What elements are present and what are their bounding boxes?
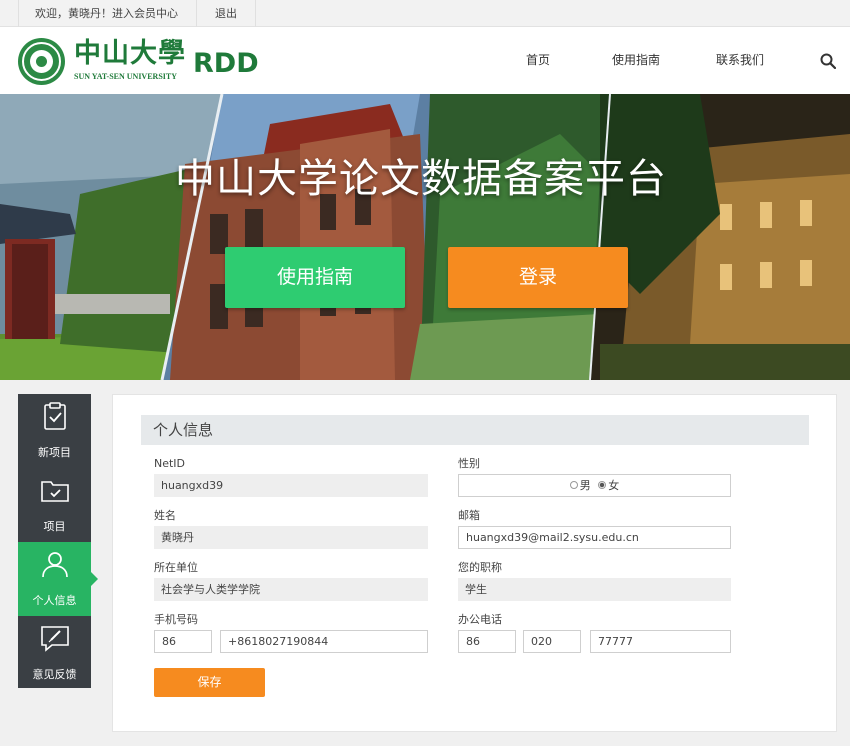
folder-check-icon	[41, 481, 69, 502]
sidebar-item-personal-info[interactable]: 个人信息	[18, 542, 98, 616]
job-title-field: 学生	[458, 578, 731, 601]
netid-label: NetID	[154, 457, 186, 470]
sidebar-item-new-project[interactable]: 新项目	[18, 394, 91, 468]
gender-female-radio[interactable]	[598, 481, 607, 489]
clipboard-check-icon	[44, 402, 66, 430]
gender-male-label: 男	[579, 479, 591, 492]
campus-photo-collage	[0, 94, 850, 380]
office-country-code-input[interactable]: 86	[458, 630, 516, 653]
guide-button[interactable]: 使用指南	[225, 247, 405, 308]
panel-title: 个人信息	[153, 421, 214, 439]
mobile-label: 手机号码	[154, 613, 198, 626]
personal-info-panel: 个人信息 NetID huangxd39 性别 男 女 姓名 黄晓丹 邮箱 hu…	[112, 394, 837, 732]
sidebar-item-projects[interactable]: 项目	[18, 468, 91, 542]
logo-chinese-name[interactable]: 中山大學	[74, 39, 186, 69]
mobile-number-input[interactable]: +8618027190844	[220, 630, 428, 653]
site-header: 中山大學 SUN YAT-SEN UNIVERSITY RDD 首页 使用指南 …	[0, 27, 850, 94]
name-field: 黄晓丹	[154, 526, 428, 549]
top-bar: 欢迎，黄晓丹！进入会员中心 退出	[0, 0, 850, 27]
welcome-member-center-link[interactable]: 欢迎，黄晓丹！进入会员中心	[18, 0, 197, 27]
email-label: 邮箱	[458, 509, 480, 522]
sidebar: 新项目 项目 个人信息 意见反馈	[18, 394, 98, 690]
gender-female-label: 女	[608, 479, 620, 492]
nav-guide[interactable]: 使用指南	[612, 52, 660, 68]
email-input[interactable]: huangxd39@mail2.sysu.edu.cn	[458, 526, 731, 549]
office-area-code-input[interactable]: 020	[523, 630, 581, 653]
panel-header: 个人信息	[141, 415, 809, 445]
netid-field: huangxd39	[154, 474, 428, 497]
sidebar-item-label: 意见反馈	[32, 668, 77, 681]
sidebar-item-label: 个人信息	[32, 594, 77, 607]
login-button[interactable]: 登录	[448, 247, 628, 308]
unit-label: 所在单位	[154, 561, 198, 574]
logo-english-name: SUN YAT-SEN UNIVERSITY	[74, 72, 177, 81]
name-label: 姓名	[154, 509, 176, 522]
pen-feedback-icon	[41, 626, 69, 652]
gender-label: 性别	[458, 457, 480, 470]
mobile-country-code-input[interactable]: 86	[154, 630, 212, 653]
sidebar-item-feedback[interactable]: 意见反馈	[18, 616, 91, 690]
unit-field: 社会学与人类学学院	[154, 578, 428, 601]
office-number-input[interactable]: 77777	[590, 630, 731, 653]
banner-title: 中山大学论文数据备案平台	[175, 156, 667, 202]
logout-link[interactable]: 退出	[197, 0, 256, 27]
gender-male-radio[interactable]	[569, 481, 578, 489]
sidebar-item-label: 项目	[43, 520, 66, 533]
office-phone-label: 办公电话	[458, 613, 502, 626]
nav-contact[interactable]: 联系我们	[716, 52, 764, 68]
sidebar-item-label: 新项目	[38, 446, 71, 459]
logo-rdd[interactable]: RDD	[193, 47, 259, 81]
university-seal-icon[interactable]	[18, 38, 65, 85]
user-icon	[42, 552, 68, 578]
gender-radio-group: 男 女	[458, 474, 731, 497]
hero-banner: 中山大学论文数据备案平台 使用指南 登录	[0, 94, 850, 380]
nav-home[interactable]: 首页	[526, 52, 550, 68]
search-icon[interactable]	[820, 53, 836, 69]
job-title-label: 您的职称	[458, 561, 502, 574]
save-button[interactable]: 保存	[154, 668, 265, 697]
